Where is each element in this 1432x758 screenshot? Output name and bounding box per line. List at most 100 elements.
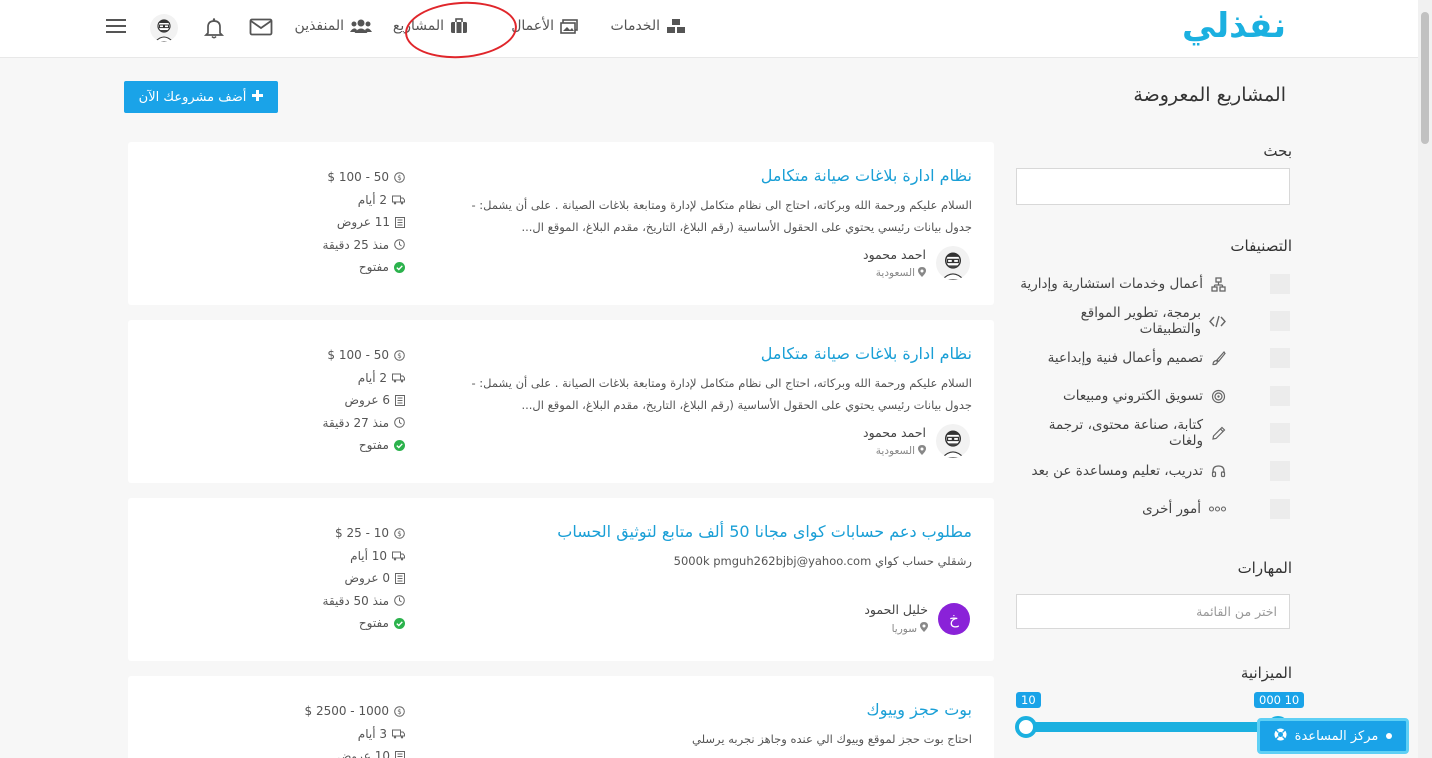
meta-offers-label: 6 عروض (344, 393, 390, 408)
category-label: أمور أخرى (1142, 501, 1201, 517)
category-checkbox[interactable] (1270, 386, 1290, 406)
meta-duration-label: 10 أيام (350, 548, 387, 563)
owner-location-label: السعودية (875, 445, 915, 457)
project-title-link[interactable]: نظام ادارة بلاغات صيانة متكامل (761, 166, 972, 185)
svg-text:$: $ (397, 174, 401, 182)
project-description: رشقلي حساب كواي 5000k pmguh262bjbj@yahoo… (673, 554, 972, 568)
briefcase-icon (450, 18, 468, 34)
budget-slider-track[interactable] (1026, 722, 1278, 732)
meta-budget: $ $ 2500 - 1000 (265, 700, 405, 723)
nav-freelancers-label: المنفذين (294, 18, 344, 34)
images-icon (560, 18, 578, 34)
budget-min-tooltip: 10 (1016, 692, 1041, 708)
project-description: السلام عليكم ورحمة الله وبركاته، احتاج ا… (471, 198, 972, 234)
brush-icon (1211, 350, 1226, 366)
list-icon (395, 572, 405, 584)
project-owner[interactable]: خ خليل الحمود سوريا (864, 602, 970, 635)
category-checkbox[interactable] (1270, 274, 1290, 294)
meta-status-label: مفتوح (358, 616, 389, 631)
budget-min-handle[interactable] (1015, 716, 1037, 738)
category-item-training[interactable]: تدريب، تعليم ومساعدة عن بعد (1016, 461, 1290, 481)
site-logo[interactable]: نفذلي (1182, 6, 1286, 46)
meta-duration-label: 2 أيام (357, 192, 387, 207)
list-icon (395, 216, 405, 228)
add-project-button[interactable]: أضف مشروعك الآن (124, 81, 278, 113)
meta-duration: 2 أيام (265, 189, 405, 212)
nav-services[interactable]: الخدمات (611, 18, 687, 34)
project-meta: $ $ 2500 - 1000 3 أيام 10 عروض (265, 700, 405, 758)
mail-icon[interactable] (249, 17, 273, 37)
owner-location-label: سوريا (891, 622, 917, 635)
plus-icon (252, 89, 264, 105)
meta-budget-label: $ 25 - 10 (335, 526, 389, 541)
category-checkbox[interactable] (1270, 423, 1290, 443)
dollar-icon: $ (394, 349, 405, 361)
bell-icon[interactable] (203, 17, 225, 39)
category-item-programming[interactable]: برمجة، تطوير المواقع والتطبيقات (1016, 305, 1290, 337)
nav-works[interactable]: الأعمال (511, 18, 578, 34)
meta-duration-label: 3 أيام (357, 726, 387, 741)
dollar-icon: $ (394, 527, 405, 539)
svg-text:$: $ (397, 708, 401, 716)
meta-duration: 2 أيام (265, 367, 405, 390)
category-checkbox[interactable] (1270, 311, 1290, 331)
project-description: السلام عليكم ورحمة الله وبركاته، احتاج ا… (471, 376, 972, 412)
map-pin-icon (918, 444, 926, 458)
budget-max-tooltip: 10 000 (1254, 692, 1305, 708)
nav-works-label: الأعمال (511, 18, 554, 34)
skills-select[interactable]: اختر من القائمة (1016, 594, 1290, 629)
hamburger-menu-icon[interactable] (106, 17, 126, 35)
user-avatar[interactable] (150, 14, 178, 42)
meta-budget: $ $ 100 - 50 (265, 166, 405, 189)
project-card: نظام ادارة بلاغات صيانة متكامل السلام عل… (128, 142, 994, 305)
project-owner[interactable]: احمد محمود السعودية (863, 424, 970, 458)
category-checkbox[interactable] (1270, 499, 1290, 519)
owner-avatar (936, 246, 970, 280)
category-item-design[interactable]: تصميم وأعمال فنية وإبداعية (1016, 348, 1290, 368)
category-item-writing[interactable]: كتابة، صناعة محتوى، ترجمة ولغات (1016, 417, 1290, 449)
meta-budget-label: $ 100 - 50 (327, 170, 389, 185)
search-heading: بحث (1263, 142, 1292, 160)
project-card: مطلوب دعم حسابات كواى مجانا 50 ألف متابع… (128, 498, 994, 661)
add-project-label: أضف مشروعك الآن (138, 89, 247, 105)
project-title-link[interactable]: مطلوب دعم حسابات كواى مجانا 50 ألف متابع… (557, 522, 972, 541)
owner-location: السعودية (863, 444, 926, 458)
clock-icon (394, 417, 405, 429)
nav-freelancers[interactable]: المنفذين (295, 18, 372, 34)
project-title-link[interactable]: نظام ادارة بلاغات صيانة متكامل (761, 344, 972, 363)
owner-name: احمد محمود (863, 424, 926, 440)
owner-avatar: خ (938, 602, 970, 635)
check-circle-icon (394, 617, 405, 629)
scrollbar-thumb[interactable] (1421, 12, 1429, 144)
nav-projects[interactable]: المشاريع (393, 18, 468, 34)
budget-heading: الميزانية (1240, 664, 1292, 682)
boxes-icon (666, 18, 686, 34)
meta-offers: 11 عروض (265, 211, 405, 234)
list-icon (395, 750, 405, 758)
category-item-other[interactable]: أمور أخرى (1016, 499, 1290, 519)
meta-budget-label: $ 2500 - 1000 (304, 704, 390, 719)
category-item-consulting[interactable]: أعمال وخدمات استشارية وإدارية (1016, 274, 1290, 294)
category-checkbox[interactable] (1270, 461, 1290, 481)
category-checkbox[interactable] (1270, 348, 1290, 368)
list-icon (395, 394, 405, 406)
meta-time: منذ 50 دقيقة (265, 590, 405, 613)
project-owner[interactable]: احمد محمود السعودية (863, 246, 970, 280)
meta-status: مفتوح (265, 612, 405, 635)
category-label: كتابة، صناعة محتوى، ترجمة ولغات (1048, 417, 1203, 449)
svg-text:$: $ (397, 352, 401, 360)
search-input[interactable] (1016, 168, 1290, 205)
page-scrollbar[interactable] (1418, 0, 1432, 758)
sitemap-icon (1211, 276, 1226, 292)
category-item-marketing[interactable]: تسويق الكتروني ومبيعات (1016, 386, 1290, 406)
project-meta: $ $ 100 - 50 2 أيام 6 عروض منذ 27 دقيقة م… (265, 344, 405, 457)
top-header: نفذلي الخدمات الأعمال المشاريع المنفذين (0, 0, 1418, 58)
category-label: برمجة، تطوير المواقع والتطبيقات (1080, 305, 1201, 337)
owner-location: السعودية (863, 266, 926, 280)
help-center-button[interactable]: مركز المساعدة (1257, 718, 1409, 754)
project-meta: $ $ 100 - 50 2 أيام 11 عروض منذ 25 دقيقة … (265, 166, 405, 279)
project-title-link[interactable]: بوت حجز وييوك (867, 700, 972, 719)
truck-icon (392, 551, 405, 561)
project-description: احتاج بوت حجز لموقع وييوك الي عنده وجاهز… (692, 732, 972, 746)
meta-budget-label: $ 100 - 50 (327, 348, 389, 363)
